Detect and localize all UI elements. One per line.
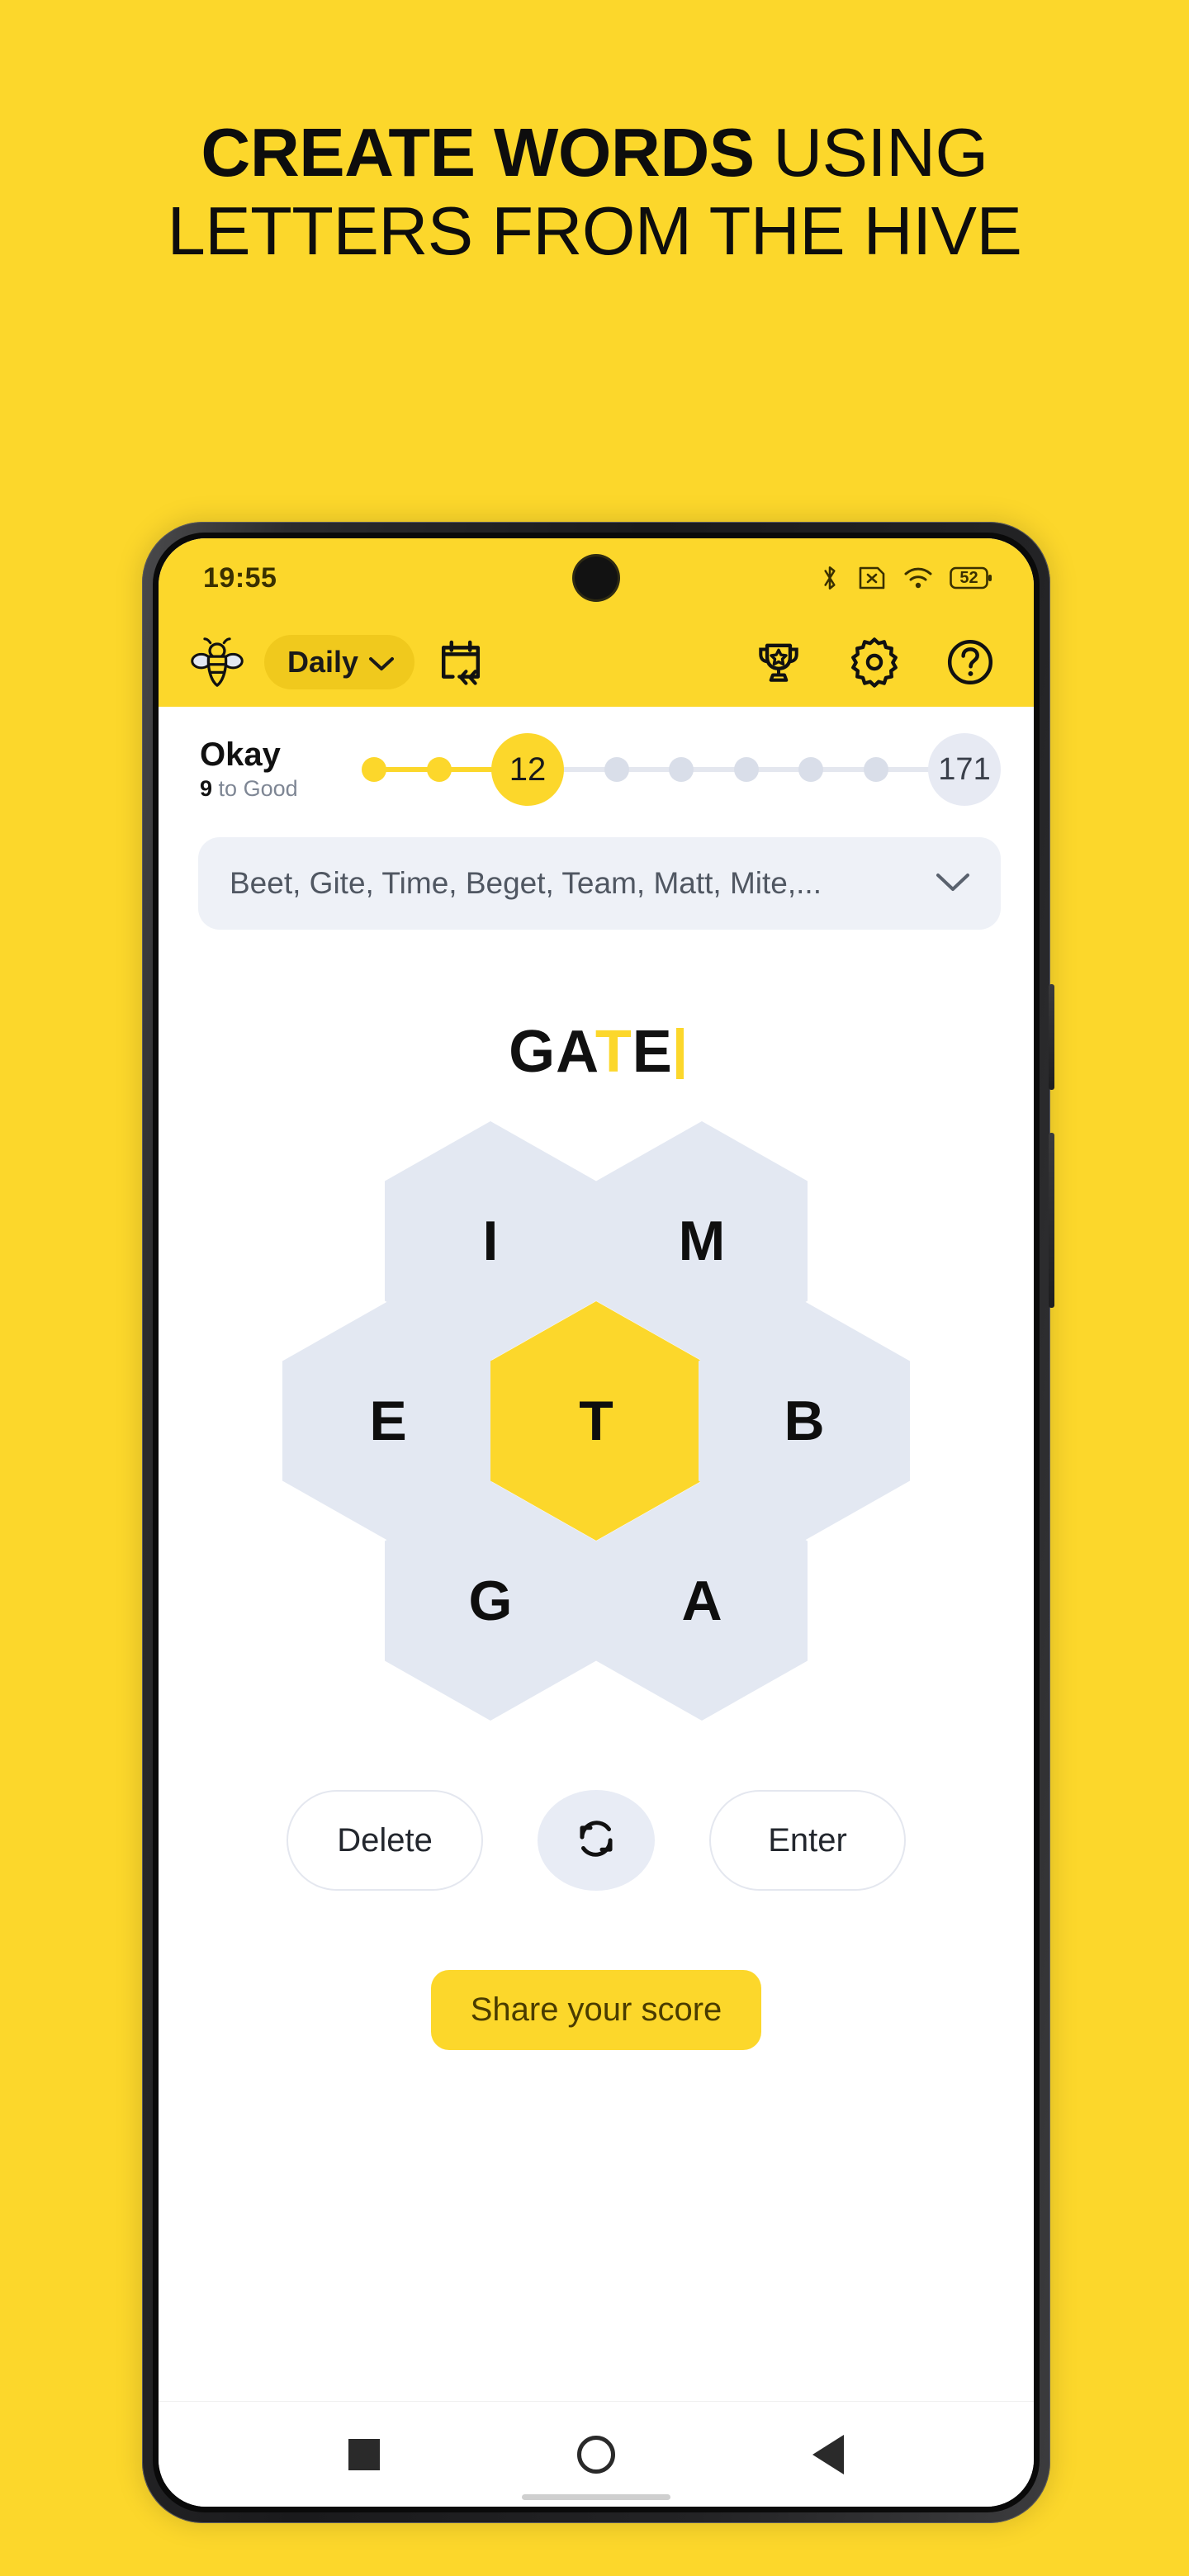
trophy-icon[interactable] [753,637,804,688]
headline-regular-part: USING [754,114,988,191]
enter-button[interactable]: Enter [709,1790,906,1891]
rank-block: Okay 9 to Good [200,737,362,802]
progress-max-score[interactable]: 171 [928,733,1001,806]
word-entry-center-letter: T [594,1019,632,1085]
front-camera [575,556,618,599]
app-toolbar: Daily [159,618,1034,707]
shuffle-icon [571,1813,622,1868]
mode-label: Daily [287,645,359,679]
progress-current-score[interactable]: 12 [491,733,564,806]
triangle-back-icon[interactable] [812,2434,845,2474]
found-words-dropdown[interactable]: Beet, Gite, Time, Beget, Team, Matt, Mit… [198,837,1001,930]
promo-headline: CREATE WORDS USING LETTERS FROM THE HIVE [0,114,1189,270]
letter-hive: I M E T B G A [282,1121,910,1732]
shuffle-button[interactable] [538,1790,655,1891]
progress-dot-1[interactable] [362,757,386,782]
progress-dot-2[interactable] [426,757,452,782]
promo-page: CREATE WORDS USING LETTERS FROM THE HIVE… [0,0,1189,2576]
progress-dot-7[interactable] [798,757,823,782]
word-entry-suffix: E [632,1019,673,1085]
word-entry-display: GATE [159,1022,1034,1082]
progress-dot-6[interactable] [733,757,759,782]
share-row: Share your score [159,1970,1034,2050]
status-bar: 19:55 52 [159,538,1034,618]
sim-missing-icon [857,566,887,590]
progress-dots: 12 171 [362,733,1001,806]
power-button[interactable] [1049,984,1054,1090]
control-row: Delete Enter [159,1790,1034,1891]
phone-bezel: 19:55 52 Daily Okay 9 to Good 12 171 Bee… [153,533,1040,2512]
progress-dot-8[interactable] [863,757,888,782]
rank-subtitle: 9 to Good [200,776,362,802]
text-caret [675,1028,684,1079]
gear-icon[interactable] [849,637,900,688]
help-circle-icon[interactable] [945,637,996,688]
status-icon-group: 52 [819,564,992,592]
wifi-icon [903,566,933,590]
circle-icon[interactable] [576,2435,615,2474]
phone-frame: 19:55 52 Daily Okay 9 to Good 12 171 Bee… [142,522,1054,2523]
points-to-next: 9 [200,776,213,801]
word-entry-prefix: GA [509,1019,595,1085]
mode-selector[interactable]: Daily [264,635,415,689]
calendar-rewind-icon[interactable] [434,636,487,689]
progress-dot-5[interactable] [669,757,694,782]
home-indicator [522,2494,670,2500]
phone-screen: 19:55 52 Daily Okay 9 to Good 12 171 Bee… [159,538,1034,2507]
battery-icon: 52 [950,566,992,590]
bluetooth-icon [819,564,841,592]
rank-title: Okay [200,736,281,773]
found-words-summary: Beet, Gite, Time, Beget, Team, Matt, Mit… [230,866,822,900]
chevron-down-icon [368,645,395,680]
progress-dot-4[interactable] [604,757,629,782]
headline-line-2: LETTERS FROM THE HIVE [167,192,1022,269]
delete-button[interactable]: Delete [287,1790,483,1891]
progress-track[interactable]: 12 171 [362,728,1001,811]
headline-bold-part: CREATE WORDS [201,114,755,191]
share-score-button[interactable]: Share your score [430,1970,762,2050]
android-nav-bar [159,2401,1034,2507]
chevron-down-icon[interactable] [933,869,973,898]
square-icon[interactable] [348,2438,380,2470]
status-clock: 19:55 [203,561,277,594]
progress-row[interactable]: Okay 9 to Good 12 171 [159,707,1034,829]
battery-percent: 52 [959,568,978,587]
volume-button[interactable] [1049,1133,1054,1308]
next-rank-text: to Good [218,776,298,801]
bee-icon[interactable] [190,635,244,689]
